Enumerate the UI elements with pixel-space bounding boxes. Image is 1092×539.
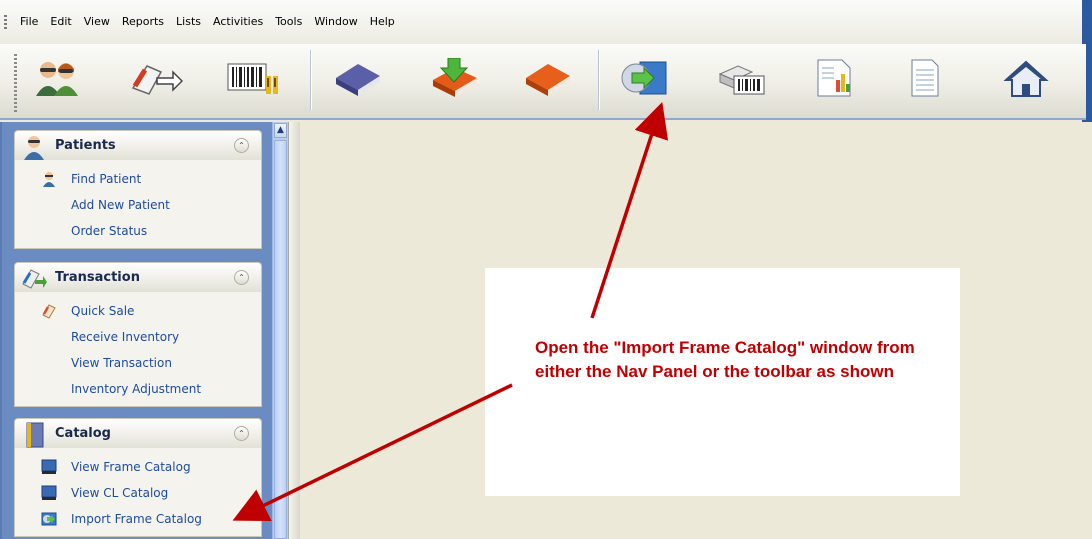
nav-scrollbar[interactable]: ▲ (272, 122, 288, 539)
import-catalog-icon (621, 61, 667, 95)
nav-view-frame-catalog[interactable]: View Frame Catalog (15, 454, 261, 480)
toolbar-book-download-button[interactable] (427, 54, 483, 102)
nav-item-label: Inventory Adjustment (71, 382, 202, 396)
nav-panel: Patients ⌃ Find Patient Add New Patient … (0, 122, 272, 539)
toolbar-chart-report-button[interactable] (806, 54, 862, 102)
barcode-icon (227, 63, 278, 94)
catalog-group: Catalog ⌃ View Frame Catalog View CL Cat… (14, 418, 262, 537)
nav-item-label: View CL Catalog (71, 486, 169, 500)
nav-item-label: Order Status (71, 224, 148, 238)
book-download-icon (433, 58, 477, 97)
collapse-icon[interactable]: ⌃ (234, 426, 249, 441)
document-icon (911, 59, 939, 97)
chart-report-icon (817, 59, 851, 97)
toolbar (0, 44, 1086, 120)
nav-inventory-adjustment[interactable]: Inventory Adjustment (15, 376, 261, 402)
nav-find-patient[interactable]: Find Patient (15, 166, 261, 192)
scroll-up-icon[interactable]: ▲ (274, 123, 287, 138)
patients-group-icon (24, 136, 44, 160)
view-cl-catalog-icon (41, 485, 57, 500)
menu-help[interactable]: Help (364, 14, 401, 30)
catalog-group-body: View Frame Catalog View CL Catalog Impor… (14, 448, 262, 537)
label-printer-icon (718, 65, 765, 95)
transaction-group-icon (22, 269, 47, 289)
toolbar-transaction-button[interactable] (127, 54, 183, 102)
menu-bar: File Edit View Reports Lists Activities … (0, 0, 1092, 44)
blue-book-icon (336, 64, 380, 96)
scrollbar-thumb[interactable] (274, 140, 287, 539)
home-icon (1003, 60, 1049, 97)
toolbar-blue-book-button[interactable] (330, 54, 386, 102)
toolbar-home-button[interactable] (998, 54, 1054, 102)
transaction-group-body: Quick Sale Receive Inventory View Transa… (14, 292, 262, 407)
patients-group-body: Find Patient Add New Patient Order Statu… (14, 160, 262, 249)
collapse-icon[interactable]: ⌃ (234, 270, 249, 285)
patients-group-header[interactable]: Patients ⌃ (14, 130, 262, 160)
toolbar-red-book-button[interactable] (520, 54, 576, 102)
nav-item-label: Add New Patient (71, 198, 170, 212)
toolbar-barcode-button[interactable] (224, 54, 280, 102)
callout-text: Open the "Import Frame Catalog" window f… (535, 338, 915, 381)
patients-group: Patients ⌃ Find Patient Add New Patient … (14, 130, 262, 249)
nav-item-label: View Frame Catalog (71, 460, 191, 474)
patients-icon (36, 62, 78, 96)
nav-view-transaction[interactable]: View Transaction (15, 350, 261, 376)
nav-receive-inventory[interactable]: Receive Inventory (15, 324, 261, 350)
menu-edit[interactable]: Edit (44, 14, 77, 30)
toolbar-grip[interactable] (14, 54, 17, 114)
toolbar-separator (310, 50, 312, 110)
nav-quick-sale[interactable]: Quick Sale (15, 298, 261, 324)
nav-item-label: View Transaction (71, 356, 172, 370)
transaction-group-header[interactable]: Transaction ⌃ (14, 262, 262, 292)
nav-item-label: Find Patient (71, 172, 142, 186)
collapse-icon[interactable]: ⌃ (234, 138, 249, 153)
menubar-grip[interactable] (4, 15, 7, 29)
nav-add-new-patient[interactable]: Add New Patient (15, 192, 261, 218)
red-book-icon (526, 64, 570, 96)
menu-window[interactable]: Window (308, 14, 363, 30)
quick-sale-icon (42, 304, 56, 319)
menu-lists[interactable]: Lists (170, 14, 207, 30)
toolbar-patients-button[interactable] (30, 54, 86, 102)
nav-order-status[interactable]: Order Status (15, 218, 261, 244)
transaction-icon (131, 65, 183, 95)
menu-items: File Edit View Reports Lists Activities … (14, 14, 401, 30)
toolbar-import-catalog-button[interactable] (614, 54, 670, 102)
menu-file[interactable]: File (14, 14, 44, 30)
nav-item-label: Quick Sale (71, 304, 135, 318)
view-frame-catalog-icon (41, 459, 57, 474)
nav-item-label: Import Frame Catalog (71, 512, 202, 526)
catalog-group-title: Catalog (55, 426, 111, 441)
nav-import-frame-catalog[interactable]: Import Frame Catalog (15, 506, 261, 532)
catalog-group-header[interactable]: Catalog ⌃ (14, 418, 262, 448)
nav-item-label: Receive Inventory (71, 330, 180, 344)
toolbar-separator (598, 50, 600, 110)
menu-view[interactable]: View (78, 14, 116, 30)
transaction-group-title: Transaction (55, 270, 140, 285)
catalog-group-icon (26, 422, 44, 448)
menu-reports[interactable]: Reports (116, 14, 170, 30)
toolbar-document-button[interactable] (896, 54, 952, 102)
find-patient-icon (43, 172, 55, 187)
menu-activities[interactable]: Activities (207, 14, 269, 30)
transaction-group: Transaction ⌃ Quick Sale Receive Invento… (14, 262, 262, 407)
panel-splitter[interactable] (288, 122, 300, 539)
menu-tools[interactable]: Tools (269, 14, 308, 30)
nav-view-cl-catalog[interactable]: View CL Catalog (15, 480, 261, 506)
import-frame-catalog-icon (41, 512, 57, 526)
patients-group-title: Patients (55, 138, 116, 153)
toolbar-label-printer-button[interactable] (712, 54, 768, 102)
